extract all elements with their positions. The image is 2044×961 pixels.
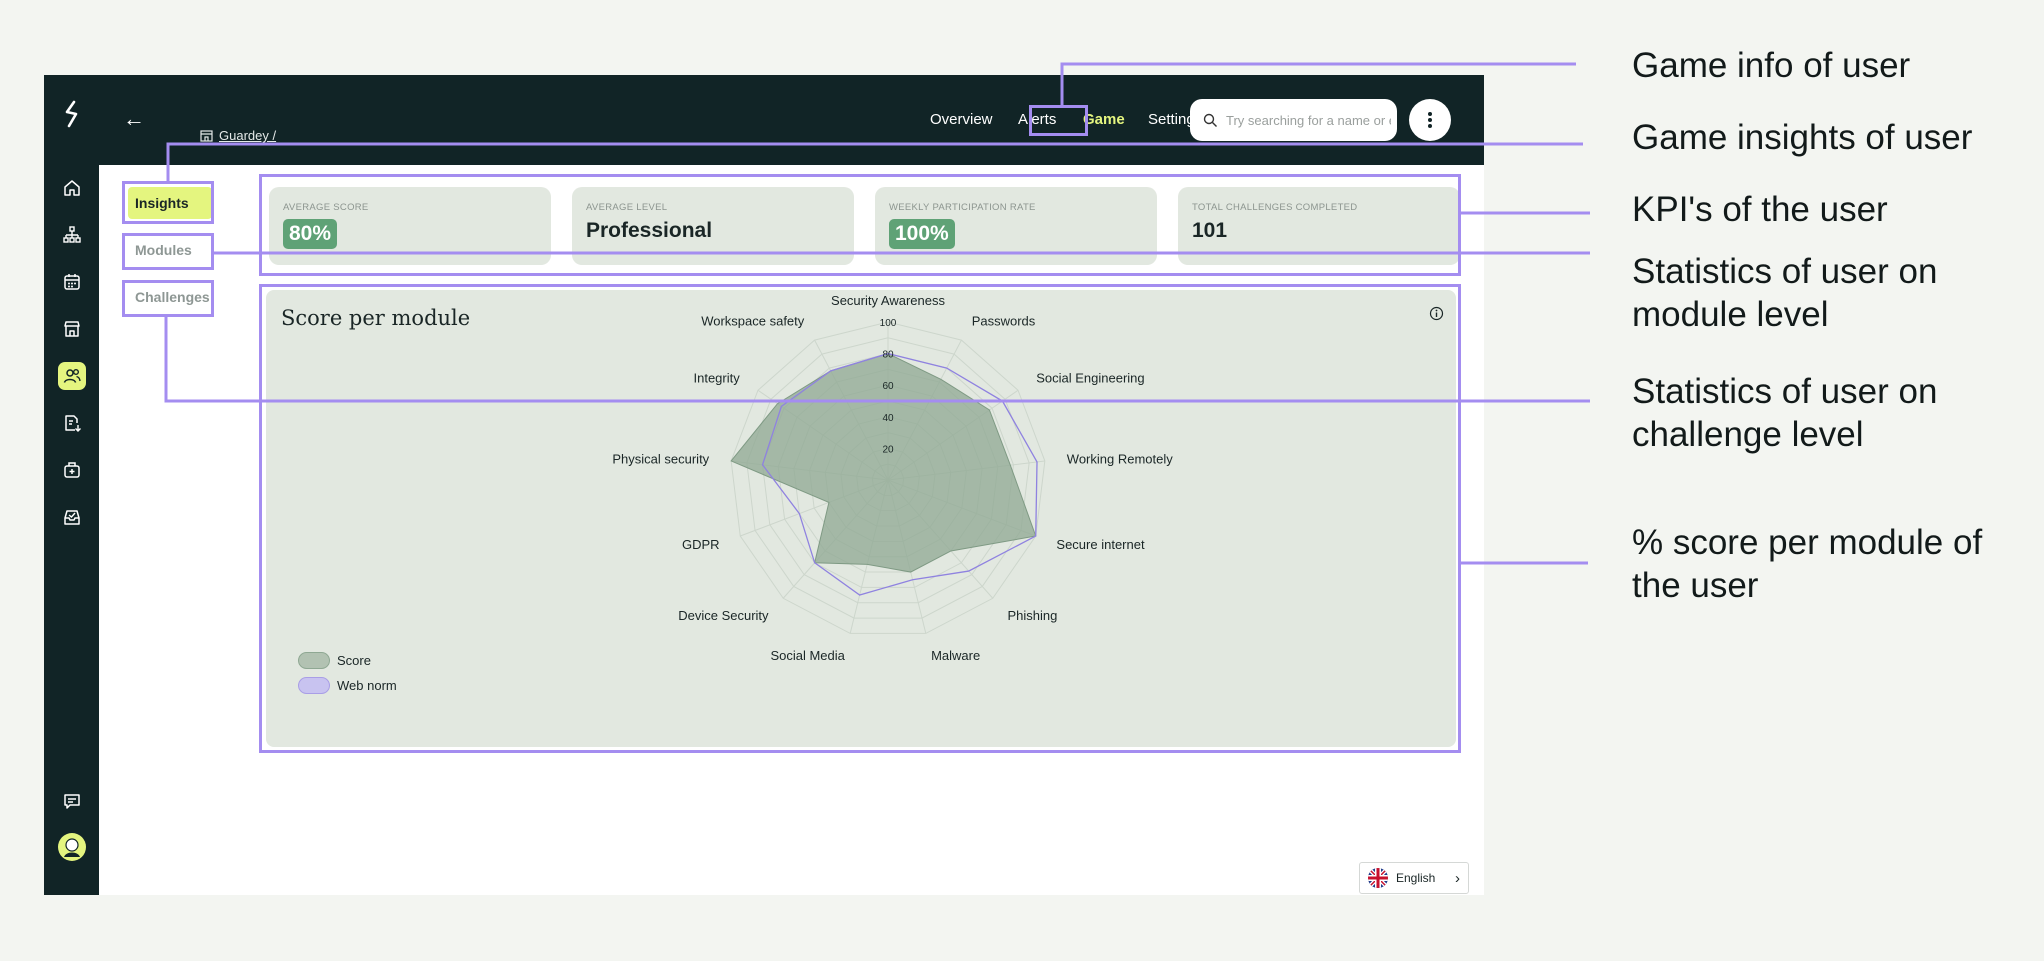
store-icon[interactable] — [58, 315, 86, 343]
highlight-kpis — [259, 174, 1461, 276]
search-icon — [1203, 113, 1217, 127]
search-box[interactable] — [1190, 99, 1397, 141]
search-input[interactable] — [1226, 112, 1391, 128]
language-selector[interactable]: English › — [1359, 862, 1469, 894]
kebab-icon — [1428, 112, 1432, 128]
sidebar — [44, 75, 99, 895]
back-arrow-icon[interactable]: ← — [123, 108, 145, 130]
logo[interactable] — [59, 99, 85, 129]
breadcrumb-link[interactable]: Guardey / — [219, 128, 276, 143]
more-options-button[interactable] — [1409, 99, 1451, 141]
avatar[interactable] — [58, 833, 86, 861]
inbox-icon[interactable] — [58, 503, 86, 531]
highlight-insights-tab — [122, 181, 214, 224]
annotation-game-insights: Game insights of user — [1632, 118, 1973, 157]
annotation-score-per-module: % score per module of the user — [1632, 523, 1983, 605]
chat-icon[interactable] — [58, 787, 86, 815]
annotation-challenge-stats: Statistics of user on challenge level — [1632, 372, 1938, 454]
highlight-challenges-tab — [122, 280, 214, 317]
annotation-game-info: Game info of user — [1632, 46, 1911, 85]
uk-flag-icon — [1368, 868, 1388, 888]
highlight-game-tab — [1029, 105, 1088, 136]
document-download-icon[interactable] — [58, 409, 86, 437]
home-icon[interactable] — [58, 174, 86, 202]
highlight-chart — [259, 284, 1461, 753]
breadcrumb[interactable]: Guardey / — [199, 128, 276, 143]
annotation-module-stats: Statistics of user on module level — [1632, 252, 1938, 334]
building-icon — [200, 130, 213, 142]
calendar-icon[interactable] — [58, 268, 86, 296]
annotation-kpis: KPI's of the user — [1632, 190, 1888, 229]
chevron-right-icon: › — [1455, 869, 1460, 887]
users-icon[interactable] — [58, 362, 86, 390]
org-chart-icon[interactable] — [58, 221, 86, 249]
top-bar: ← Guardey / Overview Alerts Game Setting… — [99, 75, 1484, 165]
highlight-modules-tab — [122, 233, 214, 270]
language-label: English — [1396, 871, 1436, 885]
nav-game[interactable]: Game — [1083, 111, 1125, 128]
first-aid-icon[interactable] — [58, 456, 86, 484]
nav-overview[interactable]: Overview — [930, 111, 993, 128]
